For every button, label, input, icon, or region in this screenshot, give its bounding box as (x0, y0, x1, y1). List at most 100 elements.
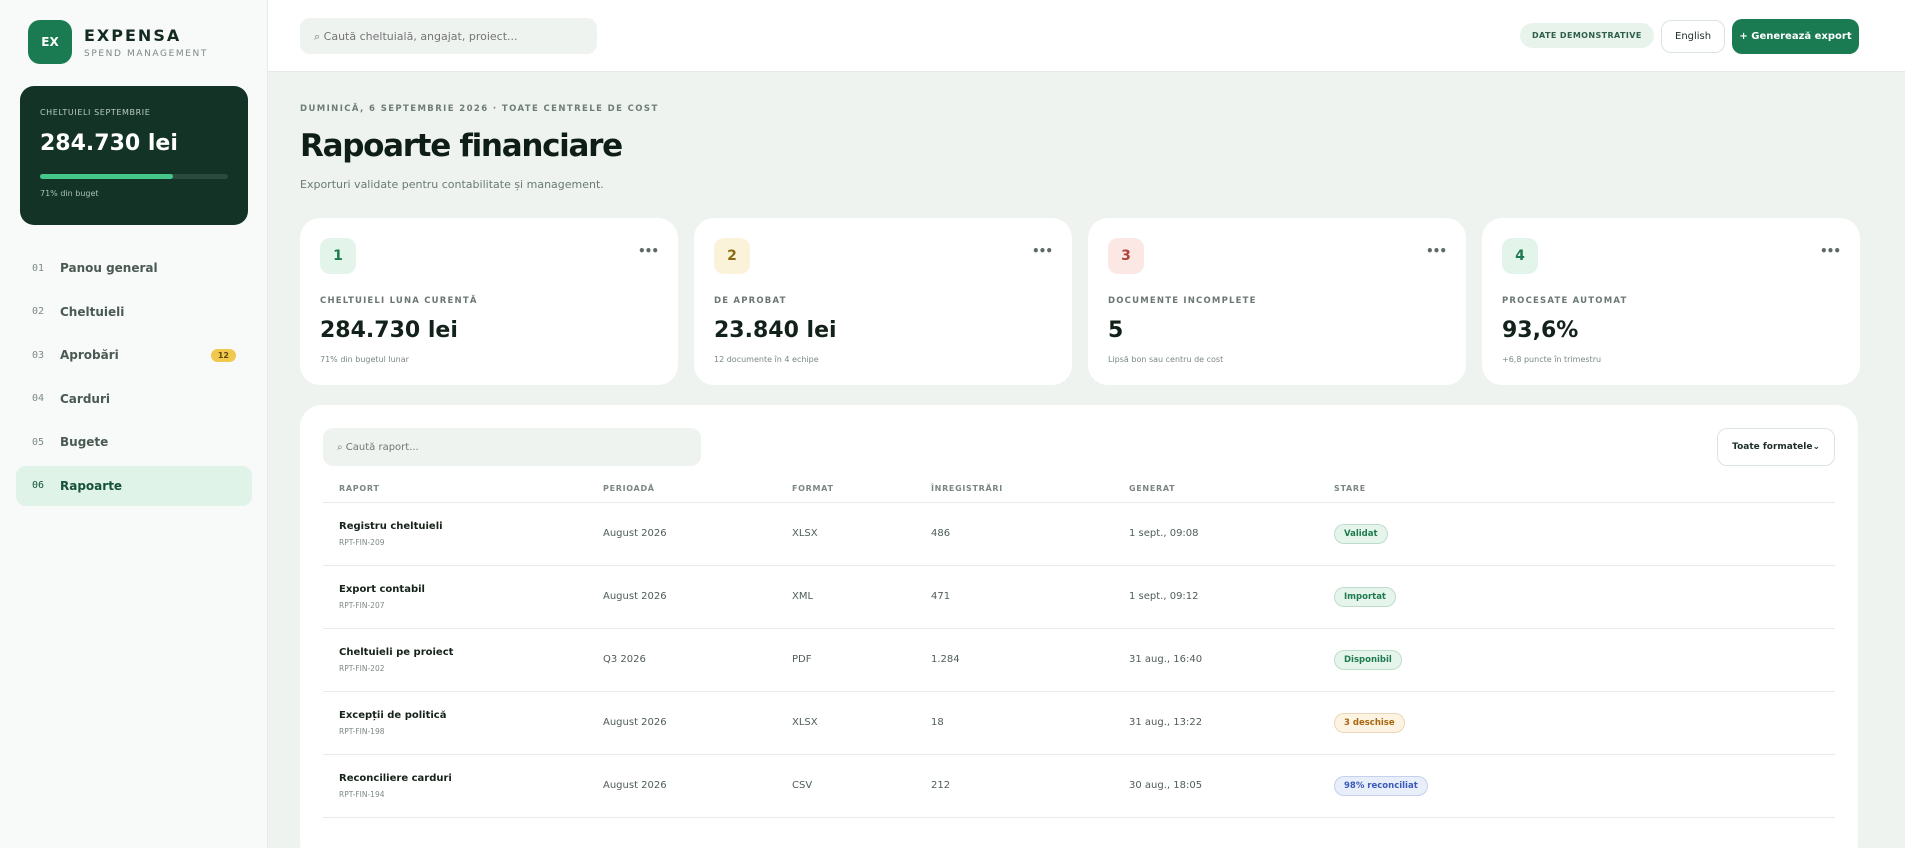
period-cell: August 2026 (587, 502, 776, 566)
nav-item-label: Cheltuieli (60, 304, 125, 319)
report-id: RPT-FIN-194 (339, 789, 385, 799)
status-badge: 98% reconciliat (1334, 775, 1428, 796)
report-cell: Export contabil RPT-FIN-207 (323, 565, 587, 629)
spend-label: CHELTUIELI SEPTEMBRIE (40, 108, 151, 117)
status-cell: 3 deschise (1318, 691, 1835, 755)
status-badge: Validat (1334, 523, 1388, 544)
page-title: Rapoarte financiare (300, 128, 623, 164)
table-row[interactable]: Registru cheltuieli RPT-FIN-209 August 202… (323, 502, 1835, 566)
column-header: ÎNREGISTRĂRI (915, 475, 1113, 503)
status-badge: Importat (1334, 586, 1396, 607)
period-cell: August 2026 (587, 754, 776, 818)
sidebar-item-cheltuieli[interactable]: 02 Cheltuieli (16, 292, 252, 332)
stat-label: PROCESATE AUTOMAT (1502, 296, 1628, 306)
stat-number-icon: 3 (1108, 238, 1144, 274)
table-body: Registru cheltuieli RPT-FIN-209 August 202… (323, 502, 1835, 818)
sidebar-item-bugete[interactable]: 05 Bugete (16, 422, 252, 462)
column-header: GENERAT (1113, 475, 1318, 503)
generate-export-button[interactable]: + Generează export (1732, 19, 1859, 54)
stat-card: 2 ••• DE APROBAT 23.840 lei 12 documente în … (694, 218, 1072, 385)
stat-card: 1 ••• CHELTUIELI LUNA CURENTĂ 284.730 lei 71… (300, 218, 678, 385)
period-cell: August 2026 (587, 565, 776, 629)
report-cell: Registru cheltuieli RPT-FIN-209 (323, 502, 587, 566)
report-name[interactable]: Registru cheltuieli (339, 521, 587, 532)
generated-cell: 31 aug., 13:22 (1113, 691, 1318, 755)
nav-item-number: 03 (32, 349, 45, 361)
nav-item-label: Panou general (60, 261, 158, 275)
column-header: RAPORT (323, 475, 587, 503)
report-cell: Reconciliere carduri RPT-FIN-194 (323, 754, 587, 818)
period-cell: August 2026 (587, 691, 776, 755)
format-cell: XML (776, 565, 915, 629)
stat-value: 23.840 lei (714, 318, 837, 343)
brand-text: EXPENSA SPEND MANAGEMENT (84, 26, 208, 59)
report-id: RPT-FIN-209 (339, 537, 385, 547)
stat-value: 5 (1108, 318, 1124, 343)
spend-summary-card: CHELTUIELI SEPTEMBRIE 284.730 lei 71% di… (20, 86, 248, 225)
table-row[interactable]: Reconciliere carduri RPT-FIN-194 August 20… (323, 754, 1835, 818)
records-cell: 212 (915, 754, 1113, 818)
report-search-input[interactable] (323, 428, 701, 466)
format-filter-dropdown[interactable]: Toate formatele⌄ (1717, 428, 1835, 466)
app-root: EX EXPENSA SPEND MANAGEMENT CHELTUIELI S… (0, 0, 1905, 848)
sidebar-nav: 01 Panou general 02 Cheltuieli 03 Aprobări 12 0… (16, 248, 252, 509)
approvals-count-badge: 12 (210, 349, 236, 362)
sidebar-item-aprob-ri[interactable]: 03 Aprobări 12 (16, 335, 252, 375)
table-row[interactable]: Export contabil RPT-FIN-207 August 2026 XML… (323, 565, 1835, 629)
spend-progress-track (40, 174, 228, 179)
stat-label: DE APROBAT (714, 296, 787, 306)
records-cell: 486 (915, 502, 1113, 566)
stat-note: 12 documente în 4 echipe (714, 355, 819, 364)
nav-item-number: 05 (32, 436, 45, 448)
spend-value: 284.730 lei (40, 131, 178, 156)
stat-value: 93,6% (1502, 318, 1579, 343)
status-cell: Disponibil (1318, 628, 1835, 692)
report-name[interactable]: Excepții de politică (339, 710, 587, 721)
more-options-icon[interactable]: ••• (1032, 244, 1053, 258)
brand-logo: EX (28, 20, 72, 64)
sidebar-item-rapoarte[interactable]: 06 Rapoarte (16, 465, 252, 506)
reports-card: Toate formatele⌄ RAPORTPERIOADĂFORMATÎNR… (300, 405, 1858, 848)
sidebar: EX EXPENSA SPEND MANAGEMENT CHELTUIELI S… (0, 0, 268, 848)
status-cell: Importat (1318, 565, 1835, 629)
language-button[interactable]: English (1661, 20, 1726, 53)
table-row[interactable]: Excepții de politică RPT-FIN-198 August 20… (323, 691, 1835, 755)
nav-item-label: Rapoarte (60, 478, 123, 493)
brand[interactable]: EX EXPENSA SPEND MANAGEMENT (28, 20, 208, 64)
table-row[interactable]: Cheltuieli pe proiect RPT-FIN-202 Q3 2026 P… (323, 628, 1835, 692)
date-breadcrumb: DUMINICĂ, 6 SEPTEMBRIE 2026 · TOATE CENT… (300, 104, 659, 114)
global-search-input[interactable] (300, 18, 597, 54)
more-options-icon[interactable]: ••• (638, 244, 659, 258)
sidebar-item-carduri[interactable]: 04 Carduri (16, 379, 252, 419)
stat-note: +6,8 puncte în trimestru (1502, 355, 1602, 364)
format-cell: XLSX (776, 691, 915, 755)
format-cell: PDF (776, 628, 915, 692)
brand-name: EXPENSA (84, 25, 182, 45)
nav-item-number: 04 (32, 393, 45, 404)
more-options-icon[interactable]: ••• (1820, 244, 1841, 258)
status-cell: 98% reconciliat (1318, 754, 1835, 818)
report-id: RPT-FIN-198 (339, 726, 385, 736)
more-options-icon[interactable]: ••• (1426, 244, 1447, 258)
records-cell: 1.284 (915, 628, 1113, 692)
topbar: DATE DEMONSTRATIVE English + Generează e… (268, 0, 1905, 72)
column-header: PERIOADĂ (587, 475, 776, 503)
report-name[interactable]: Export contabil (339, 584, 587, 595)
status-badge: Disponibil (1334, 649, 1402, 670)
format-cell: CSV (776, 754, 915, 818)
report-id: RPT-FIN-207 (339, 600, 385, 610)
generated-cell: 1 sept., 09:12 (1113, 565, 1318, 629)
column-header: FORMAT (776, 475, 915, 503)
brand-subtitle: SPEND MANAGEMENT (84, 48, 208, 59)
spend-progress-fill (40, 174, 174, 179)
nav-item-label: Carduri (60, 391, 110, 406)
nav-item-number: 06 (32, 480, 45, 491)
stat-label: DOCUMENTE INCOMPLETE (1108, 296, 1257, 306)
stat-card: 3 ••• DOCUMENTE INCOMPLETE 5 Lipsă bon sau c… (1088, 218, 1466, 385)
report-name[interactable]: Reconciliere carduri (339, 773, 587, 784)
spend-note: 71% din buget (40, 189, 99, 198)
records-cell: 18 (915, 691, 1113, 755)
report-id: RPT-FIN-202 (339, 663, 385, 673)
sidebar-item-panou-general[interactable]: 01 Panou general (16, 248, 252, 288)
report-name[interactable]: Cheltuieli pe proiect (339, 647, 587, 658)
